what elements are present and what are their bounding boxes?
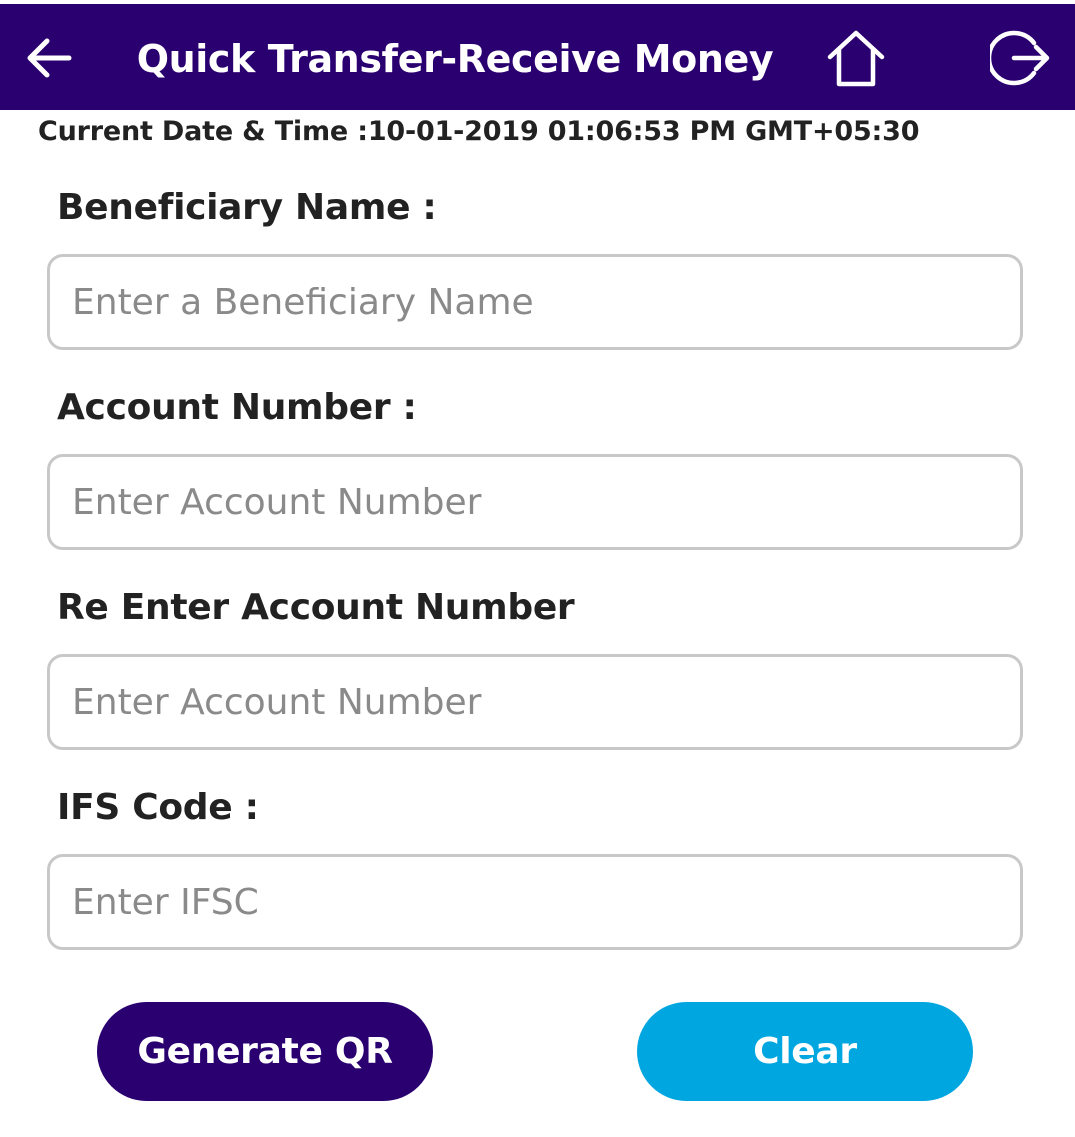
ifs-code-label: IFS Code : (57, 787, 259, 828)
current-datetime: Current Date & Time :10-01-2019 01:06:53… (38, 116, 920, 147)
home-icon (827, 30, 885, 87)
beneficiary-name-label: Beneficiary Name : (57, 187, 437, 228)
back-button[interactable] (14, 28, 84, 88)
page-title: Quick Transfer-Receive Money (136, 37, 774, 81)
home-button[interactable] (822, 24, 890, 92)
reenter-account-number-label: Re Enter Account Number (57, 587, 575, 628)
arrow-left-icon (27, 38, 72, 78)
generate-qr-button[interactable]: Generate QR (97, 1002, 433, 1101)
account-number-input[interactable] (47, 454, 1023, 550)
logout-icon (990, 30, 1050, 86)
reenter-account-number-input[interactable] (47, 654, 1023, 750)
clear-button[interactable]: Clear (637, 1002, 973, 1101)
app-header: Quick Transfer-Receive Money (0, 4, 1075, 110)
beneficiary-name-input[interactable] (47, 254, 1023, 350)
ifs-code-input[interactable] (47, 854, 1023, 950)
logout-button[interactable] (986, 24, 1056, 92)
app-screen: Quick Transfer-Receive Money Current Dat… (0, 0, 1075, 1137)
account-number-label: Account Number : (57, 387, 417, 428)
